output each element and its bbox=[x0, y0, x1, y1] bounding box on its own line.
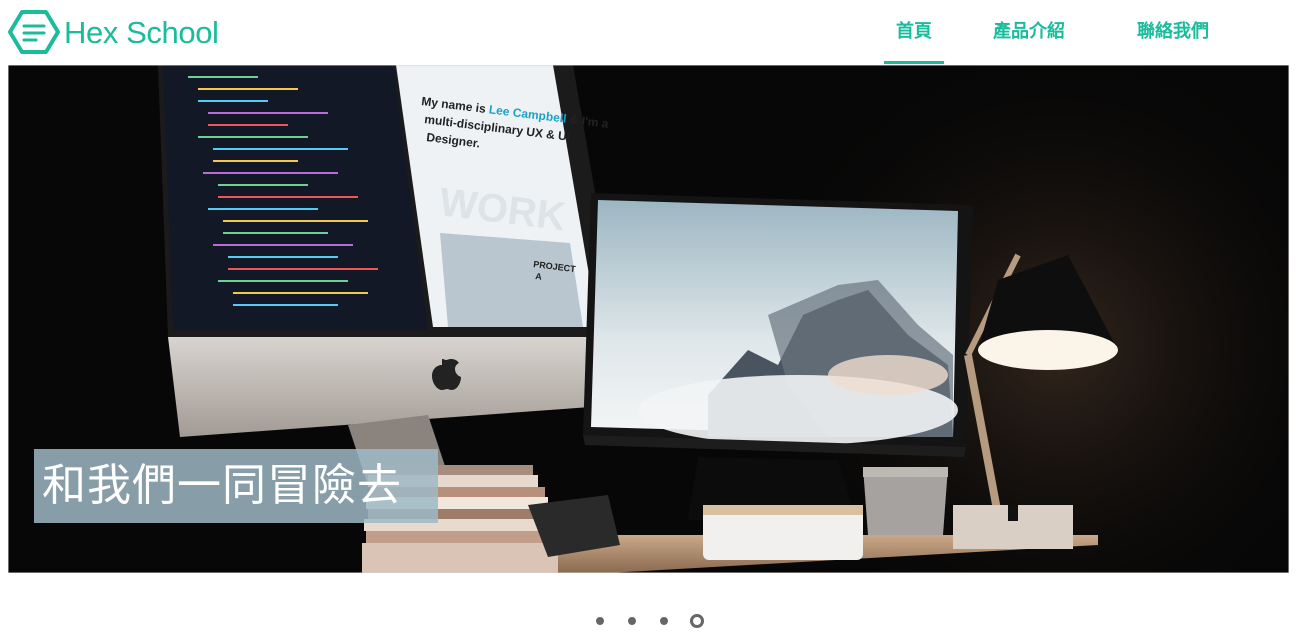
carousel-dot-1[interactable] bbox=[596, 617, 604, 625]
brand-name: Hex School bbox=[64, 14, 219, 50]
nav-item-contact[interactable]: 聯絡我們 bbox=[1126, 0, 1220, 64]
nav-item-label: 首頁 bbox=[896, 21, 932, 42]
carousel-dot-2[interactable] bbox=[628, 617, 636, 625]
nav-item-home[interactable]: 首頁 bbox=[884, 0, 944, 64]
nav-item-products[interactable]: 產品介紹 bbox=[982, 0, 1076, 64]
carousel-indicators bbox=[0, 612, 1311, 630]
nav-item-label: 聯絡我們 bbox=[1137, 21, 1209, 42]
logo[interactable]: Hex School bbox=[8, 9, 219, 55]
carousel-dot-3[interactable] bbox=[660, 617, 668, 625]
nav-item-label: 產品介紹 bbox=[993, 21, 1065, 42]
carousel-dot-4[interactable] bbox=[690, 614, 704, 628]
hero-caption: 和我們一同冒險去 bbox=[34, 449, 438, 523]
hex-logo-icon bbox=[8, 10, 60, 54]
site-header: Hex School 首頁 產品介紹 聯絡我們 bbox=[0, 0, 1311, 64]
